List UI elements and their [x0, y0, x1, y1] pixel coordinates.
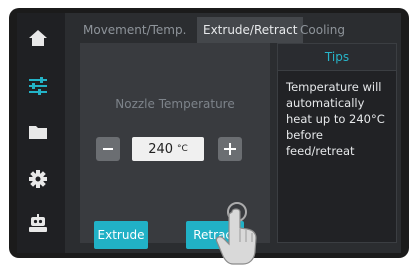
- tips-header: Tips: [278, 44, 396, 71]
- tips-panel: Tips Temperature will automatically heat…: [277, 43, 397, 243]
- tab-movement-temp[interactable]: Movement/Temp.: [83, 17, 186, 43]
- sliders-icon[interactable]: [27, 75, 49, 97]
- tab-cooling[interactable]: Cooling: [300, 17, 345, 43]
- robot-icon[interactable]: [27, 213, 49, 235]
- home-icon[interactable]: [27, 27, 49, 49]
- sidebar: [17, 13, 65, 253]
- nozzle-temp-value: 240: [148, 141, 174, 157]
- gear-icon[interactable]: [27, 168, 49, 190]
- pointing-hand-icon: [215, 202, 257, 265]
- increase-temp-button[interactable]: [218, 137, 242, 161]
- nozzle-temp-field[interactable]: 240 °C: [132, 137, 204, 161]
- tab-extrude-retract[interactable]: Extrude/Retract: [197, 17, 304, 43]
- nozzle-temp-unit: °C: [177, 144, 188, 154]
- touch-screen: Movement/Temp. Extrude/Retract Cooling N…: [17, 13, 401, 253]
- decrease-temp-button[interactable]: [96, 137, 120, 161]
- tips-text: Temperature will automatically heat up t…: [286, 80, 385, 158]
- extrude-button[interactable]: Extrude: [94, 221, 148, 249]
- minus-icon: [103, 148, 113, 150]
- folder-icon[interactable]: [27, 121, 49, 143]
- nozzle-temperature-label: Nozzle Temperature: [115, 97, 235, 111]
- plus-icon: [224, 143, 236, 155]
